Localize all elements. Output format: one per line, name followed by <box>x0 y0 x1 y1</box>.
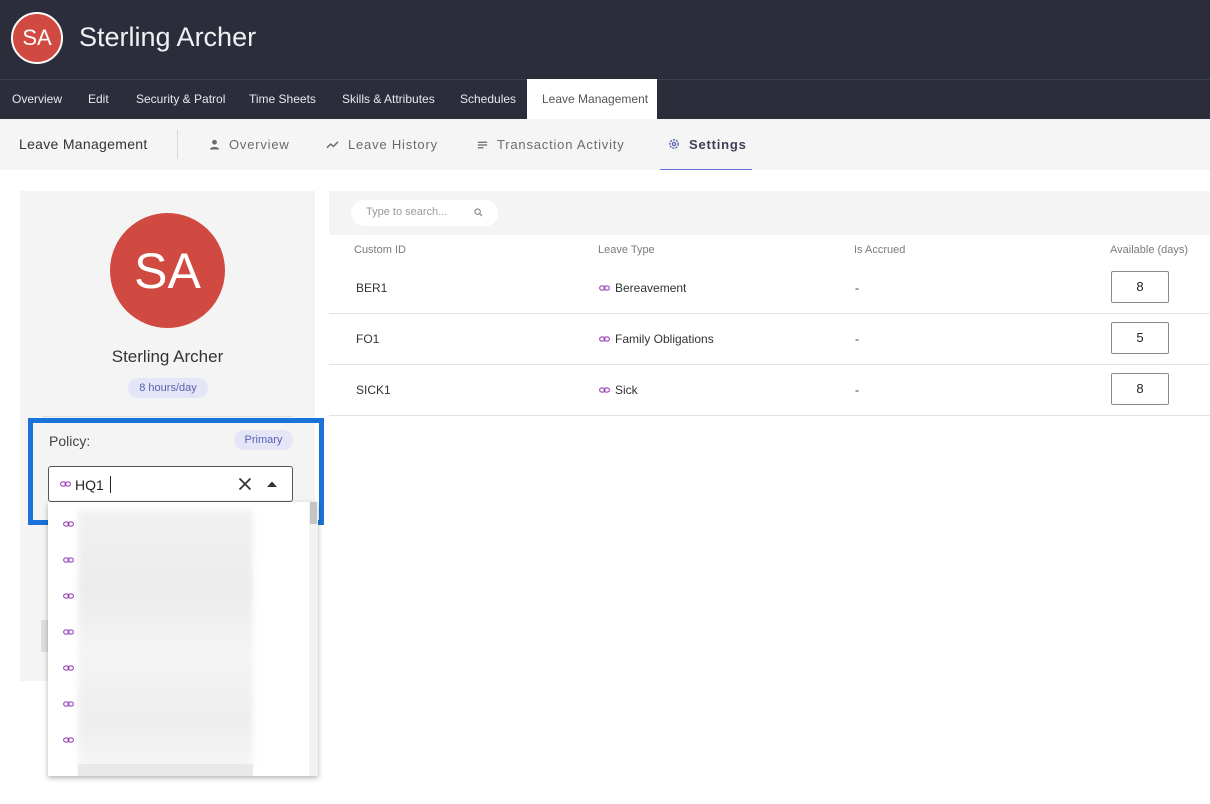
section-title: Leave Management <box>19 136 148 152</box>
caret-up-icon[interactable] <box>267 481 277 487</box>
link-icon <box>599 285 610 291</box>
subtab-label: Settings <box>689 136 747 152</box>
hours-badge: 8 hours/day <box>128 378 208 398</box>
notes-icon <box>477 141 488 148</box>
page-title: Sterling Archer <box>79 22 257 52</box>
leave-type-label: Family Obligations <box>615 332 714 346</box>
column-header-is-accrued[interactable]: Is Accrued <box>854 244 905 256</box>
tab-time-sheets[interactable]: Time Sheets <box>249 80 316 119</box>
link-icon <box>63 737 74 743</box>
list-item[interactable] <box>48 724 308 760</box>
cell-custom-id: SICK1 <box>356 383 391 397</box>
gear-icon <box>669 139 679 149</box>
column-header-available[interactable]: Available (days) <box>1110 244 1188 256</box>
available-days-input[interactable]: 8 <box>1111 373 1169 405</box>
cell-leave-type: Family Obligations <box>599 314 714 365</box>
scrollbar[interactable] <box>309 502 318 776</box>
subtab-settings[interactable]: Settings <box>660 119 752 170</box>
subtab-leave-history[interactable]: Leave History <box>326 119 438 170</box>
table-row: FO1 Family Obligations - 5 <box>329 314 1210 365</box>
text-cursor <box>110 476 111 493</box>
subtab-transaction-activity[interactable]: Transaction Activity <box>477 119 625 170</box>
tab-schedules[interactable]: Schedules <box>460 80 516 119</box>
list-item[interactable] <box>48 580 308 616</box>
search-icon[interactable] <box>474 208 483 217</box>
avatar: SA <box>110 213 225 328</box>
policy-dropdown-list[interactable] <box>48 502 318 776</box>
cell-leave-type: Sick <box>599 365 638 416</box>
person-icon <box>209 139 220 150</box>
cell-is-accrued: - <box>855 332 859 346</box>
leave-type-label: Sick <box>615 383 638 397</box>
tab-leave-management[interactable]: Leave Management <box>527 79 657 119</box>
policy-label: Policy: <box>49 433 91 449</box>
cell-leave-type: Bereavement <box>599 263 686 314</box>
table-row: BER1 Bereavement - 8 <box>329 263 1210 314</box>
list-item[interactable] <box>48 616 308 652</box>
column-header-custom-id[interactable]: Custom ID <box>354 244 406 256</box>
sub-navigation: Leave Management Overview Leave History … <box>0 119 1210 170</box>
table-toolbar <box>329 191 1210 235</box>
list-item[interactable] <box>48 688 308 724</box>
link-icon <box>63 521 74 527</box>
table-row: SICK1 Sick - 8 <box>329 365 1210 416</box>
available-days-input[interactable]: 5 <box>1111 322 1169 354</box>
available-days-input[interactable]: 8 <box>1111 271 1169 303</box>
search-box[interactable] <box>351 200 498 226</box>
close-icon[interactable] <box>238 477 252 491</box>
link-icon <box>60 481 71 487</box>
cell-custom-id: FO1 <box>356 332 380 346</box>
trend-icon <box>326 140 339 148</box>
app-header: SA Sterling Archer <box>0 0 1210 79</box>
list-item[interactable] <box>48 508 308 544</box>
profile-name: Sterling Archer <box>111 347 224 366</box>
main-tabs: Overview Edit Security & Patrol Time She… <box>0 79 1210 119</box>
tab-overview[interactable]: Overview <box>12 80 62 119</box>
link-icon <box>63 629 74 635</box>
cell-custom-id: BER1 <box>356 281 388 295</box>
avatar[interactable]: SA <box>11 12 63 64</box>
obscured-content <box>78 764 253 776</box>
list-item[interactable] <box>48 544 308 580</box>
scrollbar-thumb[interactable] <box>310 502 317 524</box>
link-icon <box>63 701 74 707</box>
divider <box>177 130 178 159</box>
tab-security-patrol[interactable]: Security & Patrol <box>136 80 225 119</box>
link-icon <box>599 336 610 342</box>
primary-badge: Primary <box>234 430 293 450</box>
link-icon <box>63 665 74 671</box>
subtab-label: Leave History <box>348 137 438 152</box>
tab-edit[interactable]: Edit <box>88 80 109 119</box>
divider <box>42 416 293 417</box>
policy-select-value[interactable]: HQ1 <box>75 477 104 493</box>
link-icon <box>599 387 610 393</box>
column-header-leave-type[interactable]: Leave Type <box>598 244 655 256</box>
leave-type-label: Bereavement <box>615 281 687 295</box>
cell-is-accrued: - <box>855 281 859 295</box>
list-item[interactable] <box>48 652 308 688</box>
link-icon <box>63 557 74 563</box>
link-icon <box>63 593 74 599</box>
subtab-overview[interactable]: Overview <box>209 119 290 170</box>
policy-select[interactable]: HQ1 <box>48 466 293 502</box>
tab-skills-attributes[interactable]: Skills & Attributes <box>342 80 435 119</box>
cell-is-accrued: - <box>855 383 859 397</box>
subtab-label: Overview <box>229 137 290 152</box>
search-input[interactable] <box>366 206 471 218</box>
subtab-label: Transaction Activity <box>497 137 625 152</box>
